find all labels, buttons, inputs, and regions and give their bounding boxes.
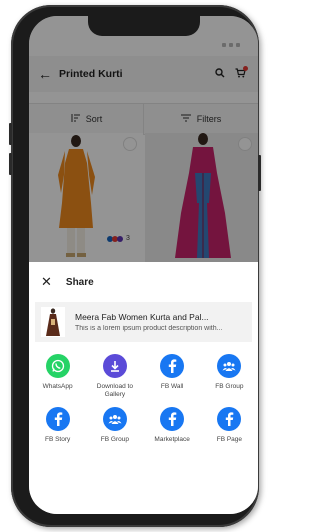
product-name: Meera Fab Women Kurta and Pal... xyxy=(75,312,209,322)
share-sheet-header: ✕ Share xyxy=(41,274,94,290)
share-option-label: FB Page xyxy=(216,436,243,443)
volume-down-button xyxy=(9,153,12,175)
facebook-icon xyxy=(160,354,185,378)
share-fb-group-button[interactable]: FB Group xyxy=(201,354,258,399)
share-option-label: FB Group xyxy=(100,436,129,443)
share-options: WhatsApp Download to Gallery FB Wall FB … xyxy=(29,354,258,444)
share-marketplace-button[interactable]: Marketplace xyxy=(144,407,201,444)
share-title: Share xyxy=(65,276,94,288)
whatsapp-icon xyxy=(45,354,70,378)
share-fb-wall-button[interactable]: FB Wall xyxy=(144,354,201,399)
power-button xyxy=(258,155,261,191)
download-icon xyxy=(102,354,127,378)
shared-product: Meera Fab Women Kurta and Pal... This is… xyxy=(35,302,252,342)
phone-screen: ← Printed Kurti Sort Filters 3 ✕ Share M… xyxy=(29,16,258,514)
facebook-icon xyxy=(160,407,185,431)
group-icon xyxy=(102,407,127,431)
share-option-label: FB Wall xyxy=(160,383,184,390)
product-description: This is a lorem ipsum product descriptio… xyxy=(75,325,223,332)
status-bar xyxy=(222,43,240,47)
share-option-label: Marketplace xyxy=(154,436,190,443)
share-download-button[interactable]: Download to Gallery xyxy=(86,354,143,399)
notch xyxy=(87,16,200,36)
share-option-label: WhatsApp xyxy=(42,383,73,390)
share-sheet: ✕ Share Meera Fab Women Kurta and Pal...… xyxy=(29,262,258,514)
share-option-label: FB Story xyxy=(44,436,71,443)
share-option-label: Download to Gallery xyxy=(96,383,133,398)
share-fb-page-button[interactable]: FB Page xyxy=(201,407,258,444)
group-icon xyxy=(217,354,242,378)
facebook-icon xyxy=(45,407,70,431)
facebook-icon xyxy=(217,407,242,431)
share-fb-group-button[interactable]: FB Group xyxy=(86,407,143,444)
product-thumbnail xyxy=(41,307,65,337)
share-whatsapp-button[interactable]: WhatsApp xyxy=(29,354,86,399)
share-option-label: FB Group xyxy=(215,383,244,390)
close-icon[interactable]: ✕ xyxy=(41,274,52,290)
share-fb-story-button[interactable]: FB Story xyxy=(29,407,86,444)
volume-up-button xyxy=(9,123,12,145)
